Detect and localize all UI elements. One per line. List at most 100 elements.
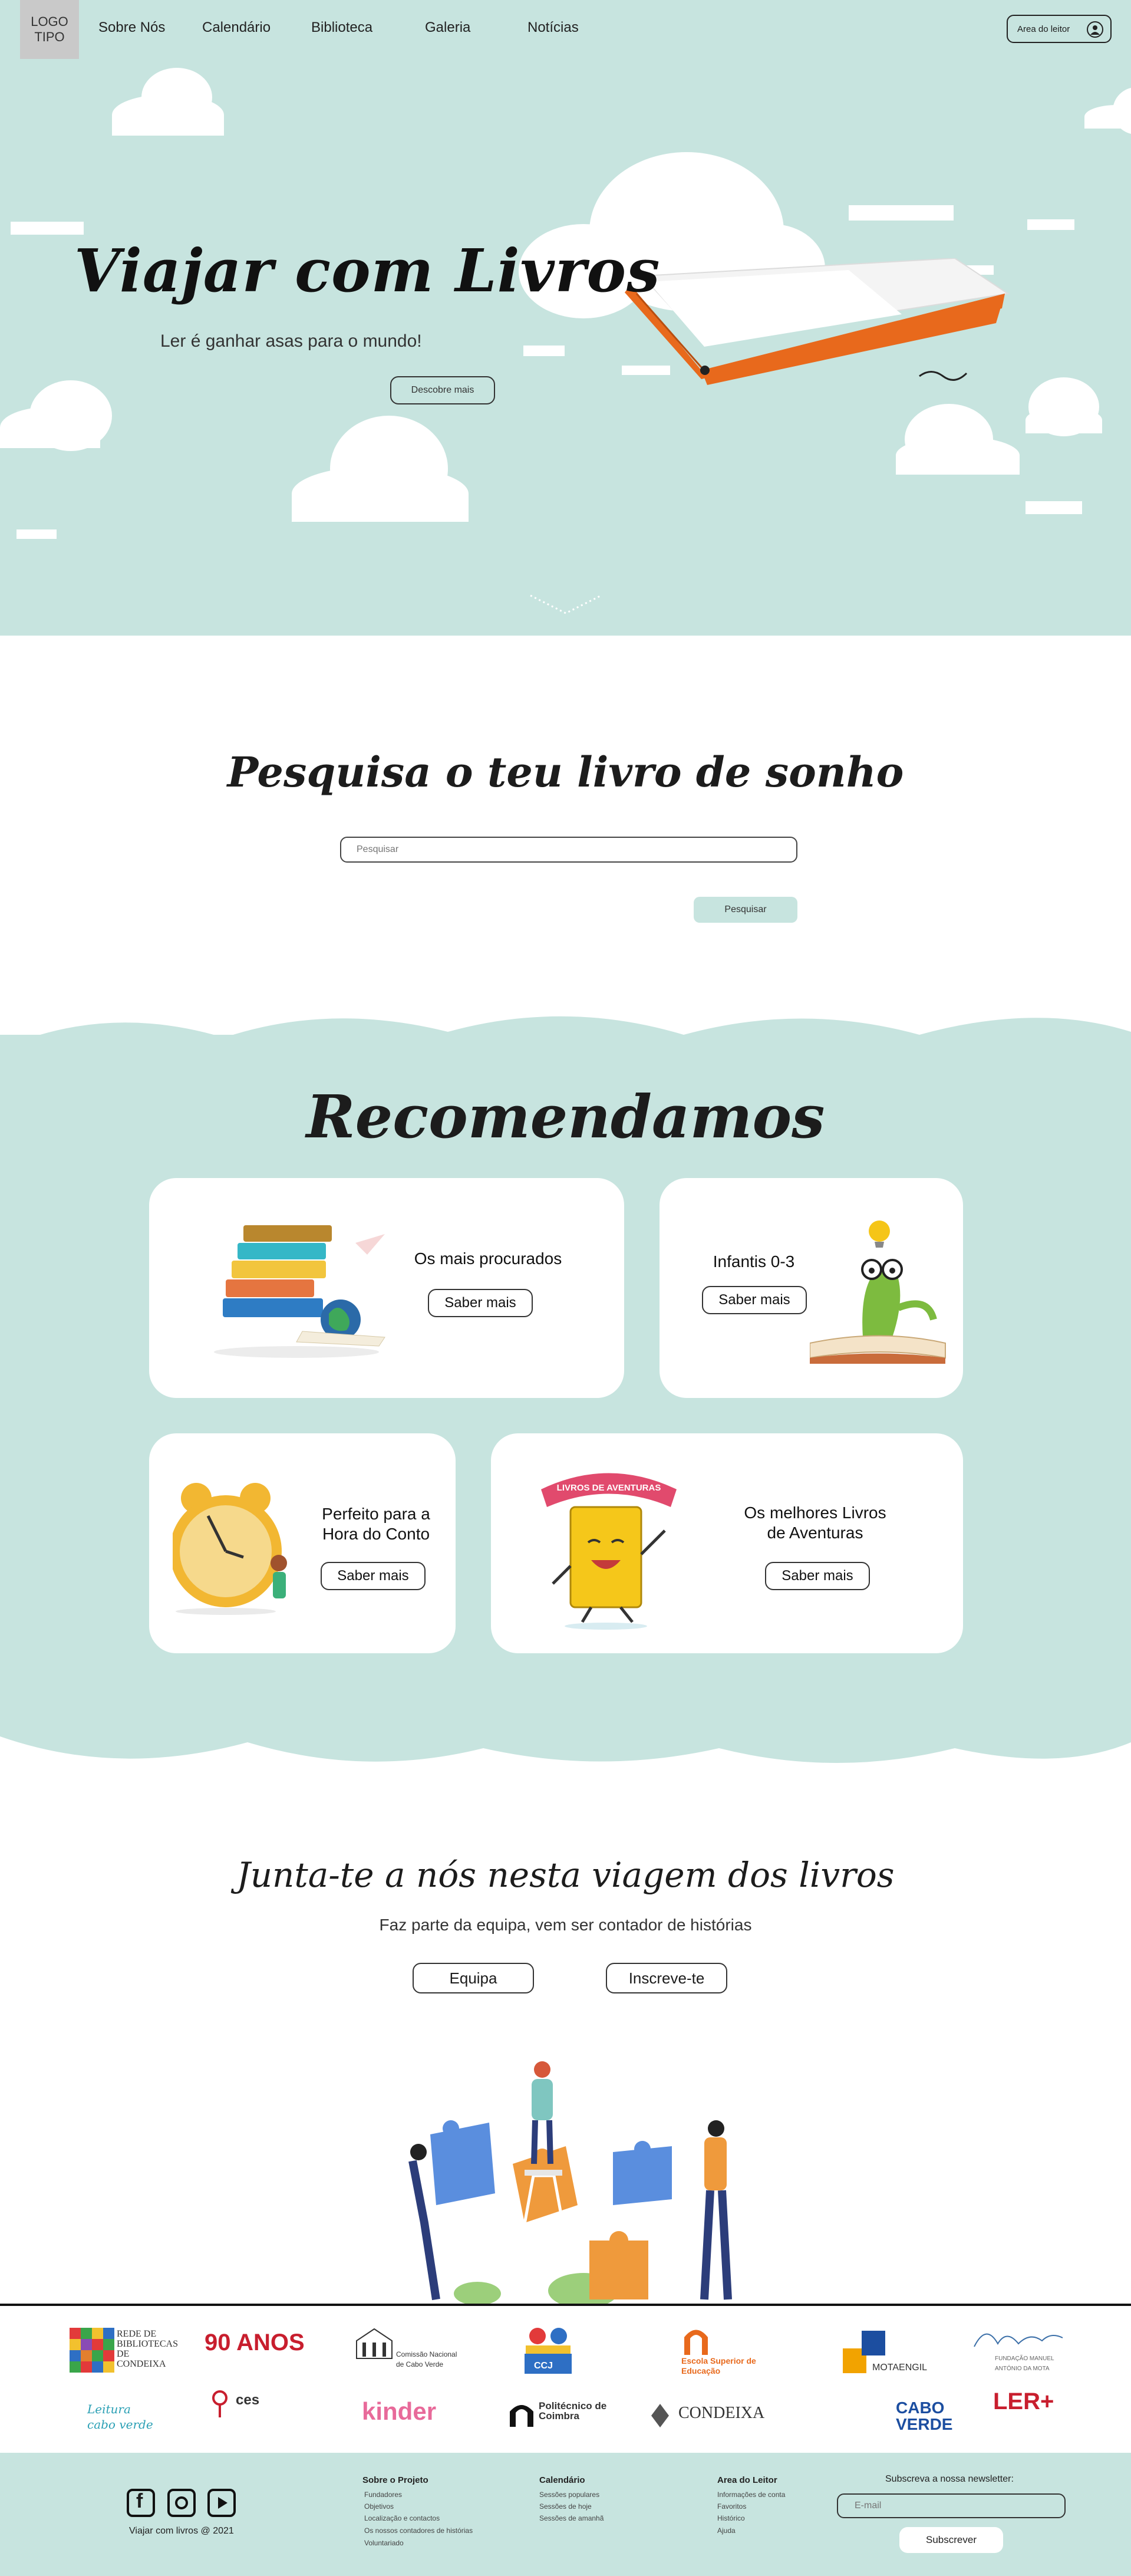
partner-name: 90 ANOS: [205, 2330, 305, 2355]
cloud-decoration: [292, 466, 469, 522]
cloud-decoration: [0, 407, 100, 448]
partner-logo-leitura[interactable]: Leitura cabo verde: [87, 2401, 158, 2432]
card-label: Infantis 0-3: [713, 1252, 795, 1271]
cloud-top-edge: [0, 1016, 1131, 1061]
partner-name: CONDEIXA: [678, 2404, 765, 2422]
learn-more-button[interactable]: Saber mais: [428, 1289, 533, 1317]
footer-link[interactable]: Os nossos contadores de histórias: [364, 2526, 473, 2535]
learn-more-button[interactable]: Saber mais: [321, 1562, 426, 1590]
cloud-stripe: [11, 222, 84, 235]
learn-more-button[interactable]: Saber mais: [702, 1286, 807, 1314]
footer-link[interactable]: Fundadores: [364, 2491, 402, 2499]
partner-logo-kinder[interactable]: kinder: [362, 2399, 456, 2424]
subscribe-button[interactable]: Subscrever: [899, 2527, 1003, 2553]
footer-link[interactable]: Sessões populares: [539, 2491, 599, 2499]
partner-logo-motaengil[interactable]: MOTAENGIL: [843, 2331, 937, 2376]
bookworm-illustration: [810, 1220, 946, 1364]
adventure-book-mascot-illustration: LIVROS DE AVENTURAS: [541, 1473, 677, 1630]
partner-name: kinder: [362, 2397, 437, 2425]
partner-logo-90-anos[interactable]: 90 ANOS: [205, 2331, 311, 2354]
footer-link[interactable]: Informações de conta: [717, 2491, 785, 2499]
partner-logo-fundacao-mota[interactable]: FUNDAÇÃO MANUEL ANTÓNIO DA MOTA: [971, 2329, 1066, 2372]
nav-link-biblioteca[interactable]: Biblioteca: [311, 19, 372, 36]
nav-link-sobre-nos[interactable]: Sobre Nós: [98, 19, 165, 36]
reader-area-button[interactable]: Area do leitor: [1007, 15, 1112, 43]
partner-name: CCJ: [534, 2361, 553, 2371]
signup-button[interactable]: Inscreve-te: [606, 1963, 727, 1993]
nav-link-noticias[interactable]: Notícias: [527, 19, 579, 36]
footer-link[interactable]: Histórico: [717, 2514, 745, 2522]
partner-logo-ces[interactable]: ces: [211, 2389, 299, 2421]
recommend-card-adventures[interactable]: LIVROS DE AVENTURAS Os melhores Livros d…: [491, 1433, 963, 1653]
recommend-title: Recomendamos: [306, 1082, 825, 1152]
partner-name: MOTAENGIL: [872, 2363, 928, 2373]
partner-logo-condeixa[interactable]: CONDEIXA: [645, 2401, 793, 2433]
search-title: Pesquisa o teu livro de sonho: [227, 748, 904, 797]
user-icon: [1087, 21, 1103, 38]
cloud-stripe: [849, 205, 954, 221]
join-subtitle: Faz parte da equipa, vem ser contador de…: [379, 1916, 752, 1934]
footer-column-title: Sobre o Projeto: [362, 2475, 428, 2485]
nav-link-calendario[interactable]: Calendário: [202, 19, 271, 36]
youtube-icon[interactable]: [207, 2489, 236, 2517]
flying-book-illustration: [625, 258, 1010, 385]
footer-link[interactable]: Favoritos: [717, 2502, 746, 2511]
logo-text: LOGO TIPO: [31, 14, 68, 44]
alarm-clock-illustration: [173, 1483, 287, 1615]
partner-name: REDE DE BIBLIOTECAS DE CONDEIXA: [117, 2329, 178, 2369]
footer-link[interactable]: Objetivos: [364, 2502, 394, 2511]
partner-name: Comissão Nacional de Cabo Verde: [396, 2350, 457, 2368]
partner-name: Escola Superior de Educação: [681, 2356, 756, 2376]
partner-name: ces: [236, 2392, 260, 2408]
discover-more-button[interactable]: Descobre mais: [390, 376, 495, 404]
card-label: Os mais procurados: [414, 1249, 562, 1268]
footer-copyright: Viajar com livros @ 2021: [129, 2526, 234, 2536]
recommend-card-most-searched[interactable]: Os mais procurados Saber mais: [149, 1178, 624, 1398]
reader-area-label: Area do leitor: [1017, 24, 1070, 34]
partner-name: Politécnico de Coimbra: [539, 2400, 607, 2422]
cloud-stripe: [17, 529, 57, 539]
hero-title: Viajar com Livros: [74, 236, 661, 305]
newsletter-email-input[interactable]: [837, 2493, 1066, 2518]
nav-link-galeria[interactable]: Galeria: [425, 19, 470, 36]
facebook-icon[interactable]: f: [127, 2489, 155, 2517]
footer-link[interactable]: Voluntariado: [364, 2539, 404, 2547]
footer-link[interactable]: Ajuda: [717, 2526, 736, 2535]
footer-link[interactable]: Localização e contactos: [364, 2514, 440, 2522]
cloud-decoration: [1084, 105, 1131, 129]
cloud-decoration: [112, 94, 224, 136]
cloud-stripe: [1027, 219, 1074, 230]
instagram-icon[interactable]: [167, 2489, 196, 2517]
partner-logo-rede-bibliotecas[interactable]: REDE DE BIBLIOTECAS DE CONDEIXA: [70, 2328, 178, 2375]
partner-logo-escola-superior[interactable]: Escola Superior de Educação: [681, 2325, 764, 2376]
learn-more-button[interactable]: Saber mais: [765, 1562, 870, 1590]
search-button[interactable]: Pesquisar: [694, 897, 797, 923]
cloud-stripe: [523, 346, 565, 356]
recommend-card-story-hour[interactable]: Perfeito para a Hora do Conto Saber mais: [149, 1433, 456, 1653]
cloud-stripe: [1026, 501, 1082, 514]
card-label: Perfeito para a Hora do Conto: [322, 1505, 430, 1543]
hero-subtitle: Ler é ganhar asas para o mundo!: [160, 331, 422, 351]
partner-logo-comissao[interactable]: Comissão Nacional de Cabo Verde: [354, 2326, 466, 2368]
footer-link[interactable]: Sessões de amanhã: [539, 2514, 604, 2522]
newsletter-label: Subscreva a nossa newsletter:: [885, 2474, 1014, 2484]
recommend-card-infants[interactable]: Infantis 0-3 Saber mais: [660, 1178, 963, 1398]
join-title: Junta-te a nós nesta viagem dos livros: [236, 1855, 895, 1895]
search-input[interactable]: [340, 837, 797, 863]
cloud-decoration: [896, 436, 1020, 475]
partner-name: Leitura cabo verde: [87, 2402, 153, 2432]
partner-name: CABO VERDE: [896, 2399, 953, 2433]
cloud-bottom-edge: [0, 1713, 1131, 1763]
footer-column-title: Area do Leitor: [717, 2475, 777, 2485]
team-button[interactable]: Equipa: [413, 1963, 534, 1993]
chevron-down-icon[interactable]: [525, 590, 607, 619]
partner-logo-politecnico[interactable]: Politécnico de Coimbra: [507, 2399, 607, 2430]
partner-name: FUNDAÇÃO MANUEL ANTÓNIO DA MOTA: [995, 2355, 1054, 2372]
book-stack-illustration: [214, 1225, 385, 1358]
logo-placeholder[interactable]: LOGO TIPO: [20, 0, 79, 59]
hero-section: [0, 0, 1131, 636]
footer-link[interactable]: Sessões de hoje: [539, 2502, 592, 2511]
partner-logo-ler-plus[interactable]: LER+: [993, 2390, 1064, 2413]
card-label: Os melhores Livros de Aventuras: [744, 1504, 886, 1542]
partner-logo-ccj[interactable]: CCJ: [520, 2324, 579, 2377]
